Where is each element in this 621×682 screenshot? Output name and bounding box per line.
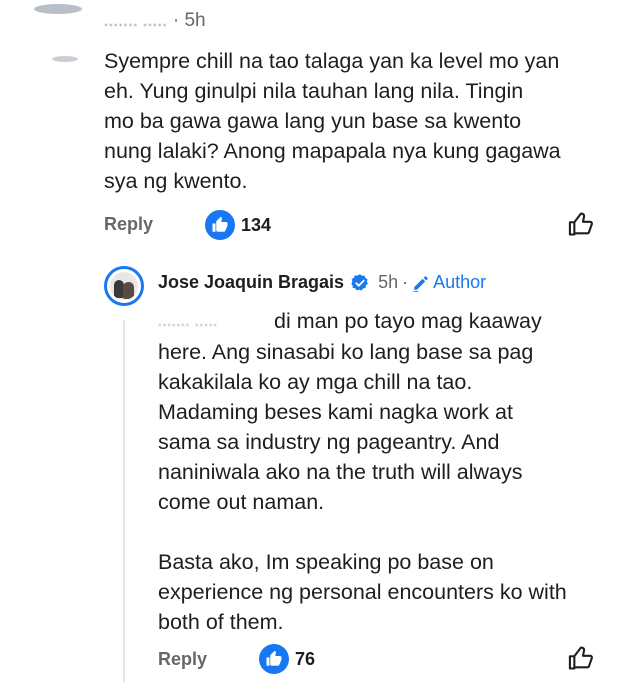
comment-text-line: eh. Yung ginulpi nila tauhan lang nila. … (104, 79, 524, 103)
like-reaction-badge[interactable] (259, 644, 289, 674)
thread-line (123, 320, 125, 682)
comments-view: ....... ..... · 5h Syempre chill na tao … (0, 0, 621, 682)
reply-text-line: sama sa industry ng pageantry. And (158, 430, 500, 455)
verified-badge-icon (351, 273, 368, 290)
reply-header: Jose Joaquin Bragais 5h · Author (158, 272, 486, 293)
reply-text-line: naniniwala ako na the truth will always (158, 460, 523, 485)
like-count: 76 (295, 649, 316, 669)
thumbs-up-outline-icon[interactable] (567, 644, 595, 672)
comment-text-line: sya ng kwento. (104, 169, 248, 193)
reply-button[interactable]: Reply (158, 649, 207, 670)
comment-body: Syempre chill na tao talaga yan ka level… (104, 46, 609, 196)
thumbs-up-outline-icon[interactable] (567, 210, 595, 238)
mention-redacted[interactable]: ....... ..... (158, 307, 264, 337)
comment-actions: Reply 134 (104, 208, 604, 242)
reply-button[interactable]: Reply (104, 214, 153, 235)
reply-text-line: both of them. (158, 610, 284, 635)
commenter-name-redacted[interactable]: ....... ..... (104, 13, 168, 29)
comment-time: 5h (184, 10, 206, 31)
like-reaction-badge[interactable] (205, 210, 235, 240)
reply-author-name[interactable]: Jose Joaquin Bragais (158, 272, 344, 293)
reply-text-line: Basta ako, Im speaking po base on (158, 550, 494, 575)
thumbs-up-filled-icon (212, 216, 228, 232)
reply-text-line: come out naman. (158, 490, 325, 515)
reply-text-line: Madaming beses kami nagka work at (158, 400, 513, 425)
comment-text-line: Syempre chill na tao talaga yan ka level… (104, 49, 560, 73)
comment-header: ....... ..... · 5h (104, 10, 206, 32)
dot-separator: · (402, 272, 409, 292)
reply-time: 5h (378, 272, 399, 292)
reply-text-line: ....... ..... di man po tayo mag kaaway (158, 309, 542, 333)
reply-author-avatar[interactable] (104, 266, 144, 306)
comment-text-line: mo ba gawa gawa lang yun base sa kwento (104, 109, 522, 133)
dot-separator: · (172, 10, 185, 31)
reply-text-line: kakakilala ko ay mga chill na tao. (158, 370, 473, 395)
reply-paragraph-2: Basta ako, Im speaking po base on experi… (158, 547, 603, 637)
reply-actions: Reply 76 (158, 643, 604, 677)
reply-paragraph-1: ....... ..... di man po tayo mag kaaway h… (158, 306, 603, 517)
reply-text-line: experience ng personal encounters ko wit… (158, 580, 567, 605)
reply-body: ....... ..... di man po tayo mag kaaway h… (158, 306, 603, 637)
author-badge: Author (433, 272, 487, 292)
comment-text-line: nung lalaki? Anong mapapala nya kung gag… (104, 139, 561, 163)
thumbs-up-filled-icon (266, 650, 282, 666)
reply-text-line: here. Ang sinasabi ko lang base sa pag (158, 340, 534, 365)
commenter-avatar[interactable] (30, 0, 86, 80)
pencil-icon (413, 275, 428, 292)
like-count: 134 (241, 215, 272, 235)
